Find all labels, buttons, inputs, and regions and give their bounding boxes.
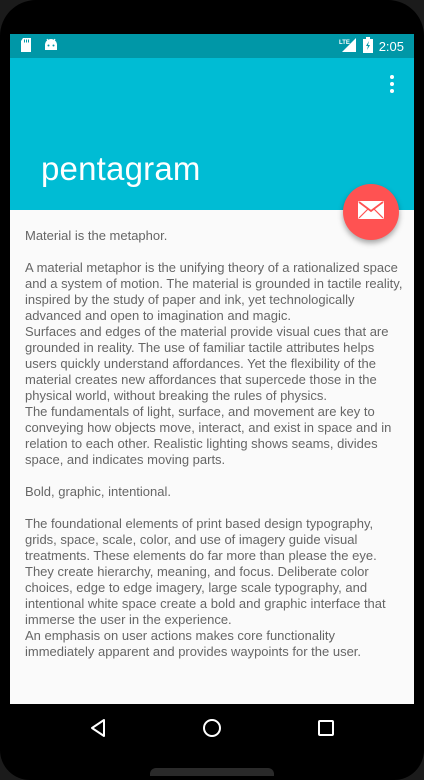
paragraph: Material is the metaphor.	[25, 228, 168, 243]
status-time: 2:05	[378, 39, 404, 54]
app-screen: LTE 2:05 pentagram Material is the metap…	[10, 34, 414, 752]
mail-icon	[358, 200, 384, 224]
paragraph-spacer	[25, 500, 405, 516]
app-bar: pentagram	[10, 58, 414, 210]
navigation-bar	[10, 704, 414, 752]
svg-text:LTE: LTE	[339, 40, 350, 46]
paragraph: The foundational elements of print based…	[25, 516, 386, 659]
paragraph-spacer	[25, 468, 405, 484]
overflow-menu-icon[interactable]	[380, 72, 404, 96]
back-icon[interactable]	[86, 716, 110, 740]
android-icon	[44, 38, 58, 57]
paragraph-spacer	[25, 244, 405, 260]
home-icon[interactable]	[200, 716, 224, 740]
recents-icon[interactable]	[314, 716, 338, 740]
sd-card-icon	[20, 38, 32, 57]
device-bottom-edge	[150, 768, 274, 776]
app-title: pentagram	[41, 150, 201, 187]
status-bar: LTE 2:05	[10, 34, 414, 58]
battery-icon	[362, 37, 373, 56]
article-text: Material is the metaphor. A material met…	[25, 228, 405, 660]
paragraph: Bold, graphic, intentional.	[25, 484, 171, 499]
paragraph: A material metaphor is the unifying theo…	[25, 260, 403, 467]
signal-icon: LTE	[339, 37, 357, 56]
